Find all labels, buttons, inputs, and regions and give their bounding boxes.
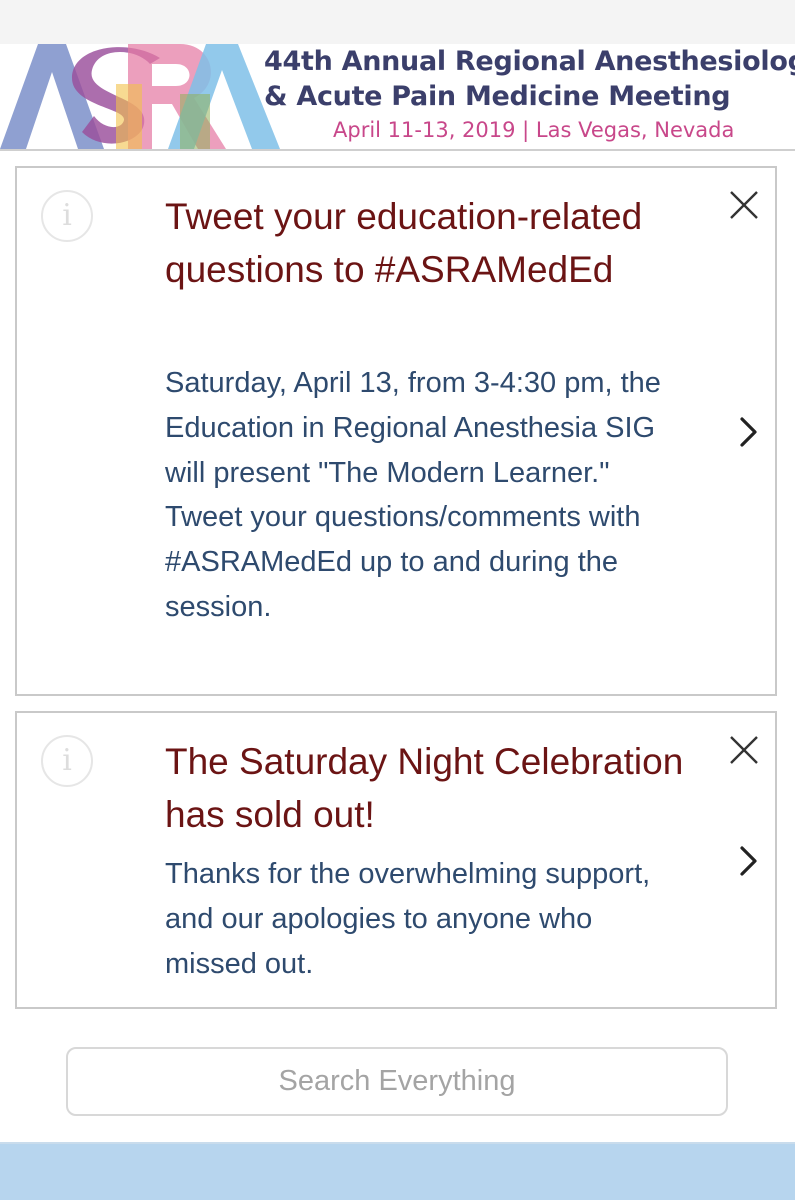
alert-title: Tweet your education-related questions t… [165, 196, 643, 290]
bottom-nav-bar[interactable] [0, 1142, 795, 1200]
close-icon[interactable] [727, 188, 761, 222]
search-box[interactable] [66, 1047, 728, 1116]
chevron-right-icon[interactable] [737, 415, 761, 449]
alert-title: The Saturday Night Celebration has sold … [165, 741, 684, 835]
asra-logo [0, 44, 280, 149]
banner-title-line1: 44th Annual Regional Anesthesiology [264, 46, 795, 77]
event-banner[interactable]: 44th Annual Regional Anesthesiology & Ac… [0, 44, 795, 151]
info-icon: i [41, 190, 93, 242]
banner-title-line2: & Acute Pain Medicine Meeting [264, 81, 731, 112]
banner-dates-location: April 11-13, 2019 | Las Vegas, Nevada [333, 118, 735, 142]
alert-body: Thanks for the overwhelming support, and… [165, 858, 651, 980]
alert-body: Saturday, April 13, from 3-4:30 pm, the … [165, 367, 661, 623]
search-input[interactable] [68, 1049, 726, 1114]
banner-text: 44th Annual Regional Anesthesiology & Ac… [264, 44, 795, 149]
alert-card[interactable]: i The Saturday Night Celebration has sol… [15, 711, 777, 1009]
info-icon: i [41, 735, 93, 787]
close-icon[interactable] [727, 733, 761, 767]
status-bar [0, 0, 795, 44]
alert-card[interactable]: i Tweet your education-related questions… [15, 166, 777, 696]
chevron-right-icon[interactable] [737, 844, 761, 878]
